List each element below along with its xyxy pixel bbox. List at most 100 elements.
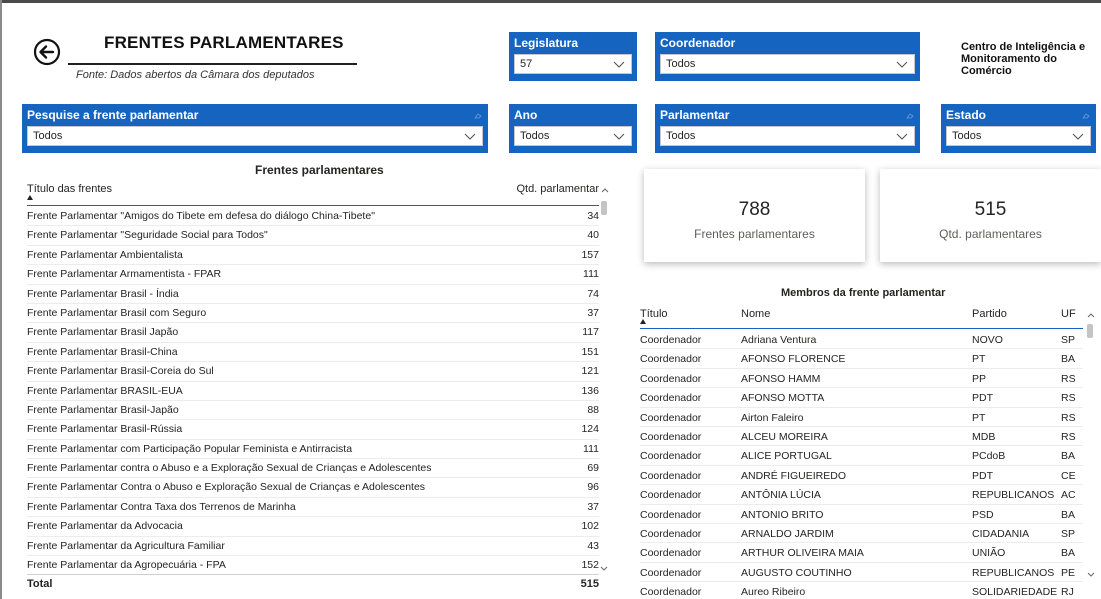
table-row[interactable]: Frente Parlamentar BRASIL-EUA 136 [27, 382, 599, 401]
frentes-table-scrollbar-thumb[interactable] [601, 201, 607, 215]
member-partido-cell: MDB [972, 430, 996, 443]
membros-table-scrollbar-thumb[interactable] [1087, 324, 1093, 338]
member-nome-cell: ARTHUR OLIVEIRA MAIA [741, 547, 864, 560]
scroll-up-icon[interactable] [1087, 312, 1095, 318]
sort-ascending-icon [27, 195, 33, 200]
member-uf-cell: BA [1061, 508, 1076, 521]
member-uf-cell: RS [1061, 372, 1076, 385]
table-row[interactable]: Frente Parlamentar "Amigos do Tibete em … [27, 207, 599, 227]
frente-title-cell: Frente Parlamentar Brasil - Índia [27, 287, 179, 300]
table-row[interactable]: Frente Parlamentar Ambientalista 157 [27, 246, 599, 266]
frente-qtd-cell: 43 [587, 539, 599, 552]
frente-qtd-cell: 111 [583, 268, 599, 281]
table-row[interactable]: Coordenador Airton Faleiro PT RS [640, 408, 1083, 427]
table-row[interactable]: Coordenador Aureo Ribeiro SOLIDARIEDADE RJ [640, 582, 1083, 596]
member-titulo-cell: Coordenador [640, 508, 702, 521]
table-row[interactable]: Frente Parlamentar da Agropecuária - FPA… [27, 556, 599, 571]
table-row[interactable]: Frente Parlamentar Armamentista - FPAR 11… [27, 265, 599, 285]
table-row[interactable]: Coordenador ANDRÉ FIGUEIREDO PDT CE [640, 466, 1083, 486]
slicer-coordenador-value: Todos [666, 58, 696, 70]
slicer-ano: Ano Todos [509, 104, 637, 153]
slicer-ano-value: Todos [520, 130, 550, 142]
frente-title-cell: Frente Parlamentar Contra o Abuso e Expl… [27, 481, 426, 494]
slicer-parlamentar-value: Todos [666, 130, 696, 142]
column-header-title[interactable]: Título das frentes [27, 183, 112, 195]
slicer-estado: Estado Todos [941, 104, 1096, 153]
table-row[interactable]: Coordenador AFONSO FLORENCE PT BA [640, 349, 1083, 369]
member-nome-cell: ALCEU MOREIRA [741, 430, 828, 443]
sort-ascending-icon [640, 319, 646, 324]
slicer-legislatura-dropdown[interactable]: 57 [514, 54, 632, 74]
window-top-border [0, 0, 1101, 3]
table-row[interactable]: Frente Parlamentar com Participação Popu… [27, 440, 599, 460]
column-header-uf[interactable]: UF [1061, 308, 1076, 320]
member-partido-cell: PDT [972, 469, 993, 482]
frente-title-cell: Frente Parlamentar com Participação Popu… [27, 442, 353, 455]
table-row[interactable]: Frente Parlamentar Brasil-Rússia 124 [27, 420, 599, 440]
member-titulo-cell: Coordenador [640, 353, 702, 366]
table-row[interactable]: Frente Parlamentar da Agricultura Famili… [27, 537, 599, 557]
clear-selection-icon[interactable] [474, 113, 482, 119]
clear-selection-icon[interactable] [1082, 113, 1090, 119]
table-row[interactable]: Frente Parlamentar Brasil-Japão 88 [27, 401, 599, 421]
slicer-estado-value: Todos [952, 130, 982, 142]
frente-title-cell: Frente Parlamentar da Agricultura Famili… [27, 539, 225, 552]
column-header-nome[interactable]: Nome [741, 308, 770, 320]
back-arrow-circle-icon[interactable] [33, 38, 61, 66]
member-uf-cell: SP [1061, 527, 1076, 540]
scroll-down-icon[interactable] [1087, 572, 1095, 578]
chevron-down-icon [464, 133, 476, 140]
table-row[interactable]: Frente Parlamentar contra o Abuso e a Ex… [27, 459, 599, 479]
table-row[interactable]: Frente Parlamentar Contra Taxa dos Terre… [27, 498, 599, 518]
member-nome-cell: ANTONIO BRITO [741, 508, 824, 521]
frente-qtd-cell: 40 [587, 229, 599, 242]
member-uf-cell: RJ [1061, 586, 1074, 596]
frente-title-cell: Frente Parlamentar BRASIL-EUA [27, 384, 183, 397]
organization-name: Centro de Inteligência e Monitoramento d… [961, 41, 1101, 77]
frente-title-cell: Frente Parlamentar Brasil-Coreia do Sul [27, 365, 214, 378]
table-row[interactable]: Coordenador ARNALDO JARDIM CIDADANIA SP [640, 524, 1083, 544]
member-uf-cell: PE [1061, 566, 1076, 579]
frente-title-cell: Frente Parlamentar Brasil com Seguro [27, 306, 207, 319]
page-title: FRENTES PARLAMENTARES [104, 33, 344, 52]
total-value: 515 [580, 578, 599, 590]
table-row[interactable]: Frente Parlamentar Brasil-Coreia do Sul 1… [27, 362, 599, 382]
member-titulo-cell: Coordenador [640, 334, 702, 346]
slicer-ano-dropdown[interactable]: Todos [514, 126, 632, 146]
table-row[interactable]: Coordenador ARTHUR OLIVEIRA MAIA UNIÃO BA [640, 543, 1083, 563]
table-row[interactable]: Frente Parlamentar Brasil - Índia 74 [27, 285, 599, 304]
member-titulo-cell: Coordenador [640, 430, 702, 443]
scroll-down-icon[interactable] [600, 566, 608, 572]
column-header-partido[interactable]: Partido [972, 308, 1007, 320]
table-row[interactable]: Coordenador AUGUSTO COUTINHO REPUBLICANOS P… [640, 563, 1083, 583]
slicer-frente-dropdown[interactable]: Todos [27, 126, 483, 146]
table-row[interactable]: Coordenador ANTONIO BRITO PSD BA [640, 505, 1083, 524]
organization-line-2: Monitoramento do Comércio [961, 53, 1057, 77]
table-row[interactable]: Frente Parlamentar Brasil Japão 117 [27, 323, 599, 343]
member-nome-cell: Adriana Ventura [741, 334, 817, 346]
slicer-ano-label: Ano [514, 108, 538, 122]
table-row[interactable]: Frente Parlamentar "Seguridade Social pa… [27, 226, 599, 246]
member-partido-cell: NOVO [972, 334, 1003, 346]
slicer-coordenador-dropdown[interactable]: Todos [660, 54, 915, 74]
slicer-estado-dropdown[interactable]: Todos [946, 126, 1091, 146]
table-row[interactable]: Coordenador AFONSO HAMM PP RS [640, 369, 1083, 389]
member-nome-cell: ANDRÉ FIGUEIREDO [741, 469, 847, 482]
column-header-qtd[interactable]: Qtd. parlamentar [516, 183, 599, 195]
table-row[interactable]: Coordenador AFONSO MOTTA PDT RS [640, 388, 1083, 408]
slicer-parlamentar-dropdown[interactable]: Todos [660, 126, 915, 146]
table-row[interactable]: Frente Parlamentar da Advocacia 102 [27, 517, 599, 537]
table-row[interactable]: Frente Parlamentar Contra o Abuso e Expl… [27, 478, 599, 498]
table-row[interactable]: Frente Parlamentar Brasil-China 151 [27, 343, 599, 363]
clear-selection-icon[interactable] [906, 113, 914, 119]
table-row[interactable]: Coordenador ALICE PORTUGAL PCdoB BA [640, 446, 1083, 466]
member-partido-cell: SOLIDARIEDADE [972, 586, 1058, 596]
frente-qtd-cell: 74 [587, 287, 599, 300]
table-row[interactable]: Frente Parlamentar Brasil com Seguro 37 [27, 304, 599, 324]
table-row[interactable]: Coordenador Adriana Ventura NOVO SP [640, 330, 1083, 350]
member-titulo-cell: Coordenador [640, 469, 702, 482]
table-row[interactable]: Coordenador ALCEU MOREIRA MDB RS [640, 427, 1083, 447]
scroll-up-icon[interactable] [601, 187, 609, 193]
table-row[interactable]: Coordenador ANTÔNIA LÚCIA REPUBLICANOS AC [640, 485, 1083, 505]
frente-title-cell: Frente Parlamentar contra o Abuso e a Ex… [27, 462, 432, 475]
